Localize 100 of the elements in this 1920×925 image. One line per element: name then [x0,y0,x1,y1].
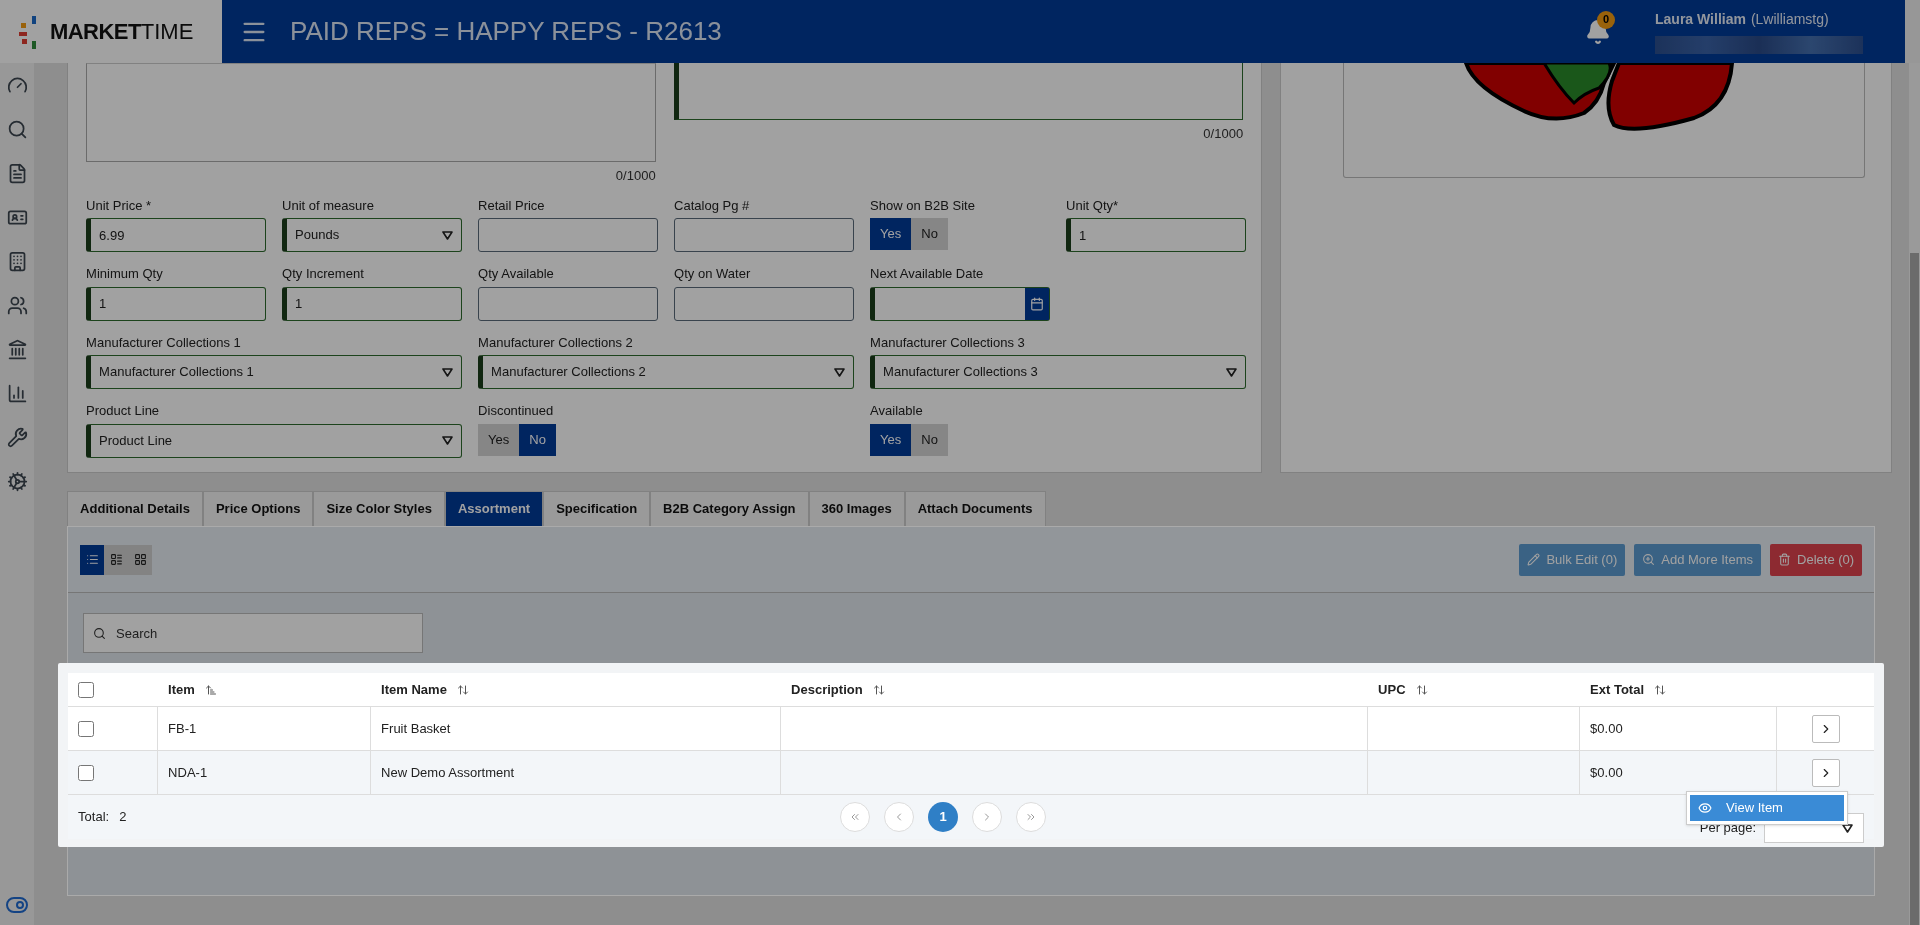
caret-icon [1842,823,1854,833]
sort-icon[interactable] [1654,683,1667,696]
tab[interactable]: 360 Images [808,491,905,526]
sort-icon[interactable] [1415,683,1428,696]
column-header[interactable]: UPC [1378,679,1406,700]
sort-icon[interactable] [456,683,469,696]
view-mode-button[interactable] [128,544,153,575]
column-header[interactable]: Ext Total [1590,679,1645,700]
view-mode-button[interactable] [80,544,105,575]
dropdown-field[interactable]: Manufacturer Collections 3 [870,355,1247,389]
text-field[interactable] [674,286,855,321]
dropdown-field[interactable]: Manufacturer Collections 1 [86,355,463,389]
dropdown-field[interactable]: Product Line [86,423,463,458]
column-header[interactable]: Description [791,679,863,700]
pencil-icon [1527,553,1541,566]
toggle-option[interactable]: Yes [478,423,520,456]
column-header[interactable]: Item [168,679,195,700]
search-icon[interactable] [6,119,28,140]
text-field[interactable]: 1 [86,286,267,321]
tab[interactable]: Price Options [202,491,314,526]
field-label: Next Available Date [870,265,985,283]
field-label: Qty on Water [674,265,752,283]
table-cell-text: NDA-1 [168,763,208,782]
page-button[interactable]: 1 [928,802,959,832]
field-label: Catalog Pg # [674,196,751,215]
scrollbar-track [1905,0,1920,63]
table-cell-text: $0.00 [1590,719,1623,738]
brand-name: MARKET [50,18,141,46]
date-field[interactable] [870,286,1051,321]
character-counter: 0/1000 [615,167,656,185]
text-area[interactable] [673,63,1244,120]
text-field[interactable]: 6.99 [86,218,267,252]
tab[interactable]: B2B Category Assign [650,491,809,526]
toggle-option[interactable]: No [911,218,948,250]
view-item-menu-item[interactable]: View Item [1690,795,1845,821]
caret-icon [442,436,454,445]
list-icon [109,553,123,566]
text-field[interactable]: 1 [1066,218,1247,252]
text-field[interactable] [674,218,855,252]
scrollbar-thumb[interactable] [1910,253,1919,925]
dropdown-field[interactable]: Pounds [282,218,463,252]
field-label: Unit Qty* [1066,196,1120,215]
tab[interactable]: Additional Details [67,491,203,526]
gears-icon[interactable] [6,471,28,492]
field-label: Manufacturer Collections 3 [870,333,1026,352]
caret-icon [442,367,454,377]
eye-icon [1698,801,1713,815]
zoom-in-icon [1642,553,1656,566]
tab[interactable]: Assortment [444,491,544,526]
users-icon[interactable] [6,295,28,316]
text-field[interactable] [478,286,659,321]
user-login: (Lwilliamstg) [1750,10,1829,29]
field-label: Manufacturer Collections 2 [478,333,634,352]
tab[interactable]: Attach Documents [904,491,1046,526]
search-field[interactable]: Search [83,613,424,653]
row-checkbox[interactable] [78,764,95,781]
table-cell-text: FB-1 [168,719,197,738]
bank-icon[interactable] [6,339,28,360]
table-cell-text: $0.00 [1590,763,1623,782]
field-label: Show on B2B Site [870,196,976,215]
text-field[interactable]: 1 [282,286,463,321]
view-mode-button[interactable] [104,544,129,575]
trash-icon [1778,553,1792,566]
field-label: Product Line [86,402,161,420]
field-label: Qty Available [478,265,555,283]
list-icon [85,553,99,566]
field-label: Minimum Qty [86,265,164,283]
field-label: Manufacturer Collections 1 [86,333,242,352]
sort-icon[interactable] [872,683,885,696]
caret-icon [834,367,846,377]
tab[interactable]: Size Color Styles [313,491,445,526]
select-all-checkbox[interactable] [78,681,95,698]
row-checkbox[interactable] [78,720,95,737]
tab[interactable]: Specification [543,491,651,526]
page-title: PAID REPS = HAPPY REPS - R2613 [290,15,722,48]
character-counter: 0/1000 [1203,125,1244,143]
column-header[interactable]: Item Name [381,679,447,700]
user-name: Laura William [1655,10,1746,29]
toggle-option[interactable]: No [519,423,556,456]
calendar-icon[interactable] [1025,287,1050,320]
field-label: Unit Price * [86,196,153,215]
bar-chart-icon[interactable] [6,383,28,404]
search-icon [93,627,107,640]
total-label: Total: [78,808,110,827]
toggle-option[interactable]: Yes [870,218,912,250]
field-label: Qty Increment [282,265,365,283]
caret-icon [442,230,454,240]
grid-icon [133,553,147,566]
sort-ascending-icon[interactable] [204,683,217,696]
text-field[interactable] [478,218,659,252]
toggle-option[interactable]: Yes [870,423,912,456]
field-label: Retail Price [478,196,546,215]
table-cell-text: New Demo Assortment [381,763,515,782]
table-cell-text: Fruit Basket [381,719,451,738]
field-label: Available [870,402,924,420]
dropdown-field[interactable]: Manufacturer Collections 2 [478,355,855,389]
wrench-icon[interactable] [6,427,28,448]
toggle-option[interactable]: No [911,423,948,456]
notification-count-badge: 0 [1597,10,1615,29]
brand-suffix: TIME [140,18,194,46]
